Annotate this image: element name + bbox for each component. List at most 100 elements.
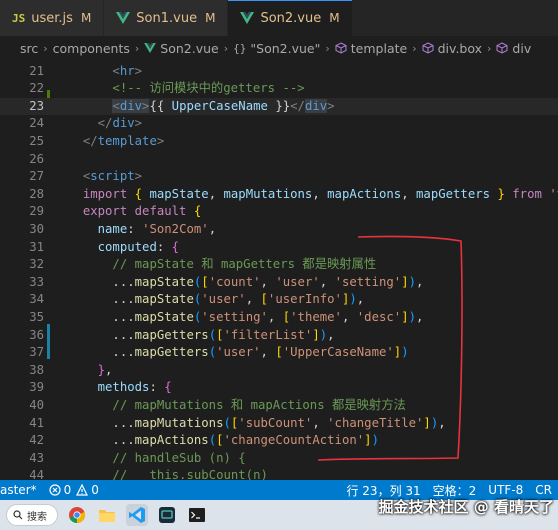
error-count: 0	[63, 483, 72, 497]
line-number: 35	[29, 309, 44, 324]
code-line[interactable]: 29 export default {	[0, 203, 558, 221]
line-number: 21	[29, 63, 44, 78]
code-line[interactable]: 33 ...mapState(['count', 'user', 'settin…	[0, 274, 558, 292]
code-line[interactable]: 37 ...mapGetters('user', ['UpperCaseName…	[0, 344, 558, 362]
chevron-right-icon: ›	[325, 41, 330, 55]
chevron-right-icon: ›	[43, 41, 48, 55]
code-line[interactable]: 40 // mapMutations 和 mapActions 都是映射方法	[0, 397, 558, 415]
code-text: <script>	[82, 169, 143, 184]
element-cube-icon	[335, 42, 347, 54]
code-text: name: 'Son2Com',	[97, 221, 217, 236]
tab-son2-vue[interactable]: Son2.vue M	[228, 0, 353, 36]
code-editor[interactable]: 21 <hr> 22 <!-- 访问模块中的getters --> 23 <div>…	[0, 60, 558, 480]
breadcrumb-item-src[interactable]: src	[20, 41, 38, 56]
line-number: 25	[29, 133, 44, 148]
code-line[interactable]: 30 name: 'Son2Com',	[0, 221, 558, 239]
code-line[interactable]: 22 <!-- 访问模块中的getters -->	[0, 80, 558, 98]
line-number: 39	[29, 380, 44, 395]
code-line[interactable]: 44 // this.subCount(n)	[0, 467, 558, 480]
breadcrumb-item-components[interactable]: components	[53, 41, 130, 56]
tab-user-js[interactable]: JS user.js M	[0, 0, 105, 36]
breadcrumb-item-template[interactable]: template	[351, 41, 407, 56]
line-number: 32	[29, 257, 44, 272]
modified-indicator: M	[80, 11, 92, 25]
encoding[interactable]: UTF-8	[482, 483, 529, 497]
line-number: 33	[29, 274, 44, 289]
line-number: 41	[29, 415, 44, 430]
taskbar-chrome[interactable]	[66, 504, 88, 526]
line-number: 30	[29, 221, 44, 236]
code-text: ...mapGetters(['filterList']),	[68, 327, 335, 342]
code-text: // handleSub (n) {	[112, 450, 246, 465]
chevron-right-icon: ›	[487, 41, 492, 55]
code-line[interactable]: 32 // mapState 和 mapGetters 都是映射属性	[0, 256, 558, 274]
chevron-right-icon: ›	[412, 41, 417, 55]
terminal-icon	[189, 508, 205, 522]
search-label: 搜索	[27, 511, 47, 523]
code-line[interactable]: 27 <script>	[0, 168, 558, 186]
code-text: export default {	[82, 204, 202, 219]
vue-file-icon	[144, 43, 157, 53]
line-number: 44	[29, 468, 44, 480]
code-text: <div>{{ UpperCaseName }}</div>	[112, 98, 335, 113]
line-number: 38	[29, 362, 44, 377]
code-line[interactable]: 42 ...mapActions(['changeCountAction'])	[0, 432, 558, 450]
taskbar-app[interactable]	[156, 504, 178, 526]
code-line[interactable]: 25 </template>	[0, 133, 558, 151]
code-line[interactable]: 34 ...mapState('user', ['userInfo']),	[0, 291, 558, 309]
code-text: ...mapGetters('user', ['UpperCaseName'])	[68, 345, 409, 360]
code-line[interactable]: 43 // handleSub (n) {	[0, 450, 558, 468]
taskbar-file-explorer[interactable]	[96, 504, 118, 526]
end-of-line[interactable]: CR	[529, 483, 558, 497]
search-icon	[13, 510, 23, 520]
code-line[interactable]: 21 <hr>	[0, 63, 558, 81]
line-number: 27	[29, 169, 44, 184]
code-line[interactable]: 38 },	[0, 362, 558, 380]
breadcrumb-item-div-box[interactable]: div.box	[438, 41, 482, 56]
watermark: 掘金技术社区 @ 看晴天了	[378, 498, 554, 516]
taskbar-vscode[interactable]	[126, 504, 148, 526]
tab-label: user.js	[31, 10, 73, 26]
chrome-icon	[69, 507, 86, 524]
tab-label: Son2.vue	[260, 10, 322, 26]
line-number: 29	[29, 204, 44, 219]
tab-son1-vue[interactable]: Son1.vue M	[104, 0, 229, 36]
app-icon	[159, 507, 175, 523]
code-line[interactable]: 26	[0, 151, 558, 169]
warning-icon	[76, 484, 89, 496]
code-text: // mapState 和 mapGetters 都是映射属性	[112, 257, 377, 272]
line-number: 31	[29, 239, 44, 254]
code-text: ...mapActions(['changeCountAction'])	[68, 433, 379, 448]
code-text: computed: {	[97, 239, 180, 254]
code-line[interactable]: 23 <div>{{ UpperCaseName }}</div>	[0, 97, 558, 116]
code-text: },	[97, 362, 113, 377]
breadcrumb-item-div[interactable]: div	[512, 41, 531, 56]
code-line[interactable]: 39 methods: {	[0, 379, 558, 397]
code-line[interactable]: 36 ...mapGetters(['filterList']),	[0, 327, 558, 345]
breadcrumb-item-module[interactable]: "Son2.vue"	[250, 41, 320, 56]
code-line[interactable]: 41 ...mapMutations(['subCount', 'changeT…	[0, 415, 558, 433]
folder-icon	[99, 510, 115, 522]
code-text: </template>	[82, 133, 165, 148]
code-text: // mapMutations 和 mapActions 都是映射方法	[112, 397, 406, 412]
line-number: 24	[29, 116, 44, 131]
code-line[interactable]: 31 computed: {	[0, 239, 558, 257]
code-text: ...mapState('setting', ['theme', 'desc']…	[68, 309, 424, 324]
modified-indicator: M	[329, 11, 340, 25]
vue-file-icon	[116, 12, 131, 24]
problems-indicator[interactable]: 0 0	[43, 483, 105, 497]
code-line[interactable]: 24 </div>	[0, 115, 558, 133]
element-cube-icon	[496, 42, 508, 54]
taskbar-terminal[interactable]	[186, 504, 208, 526]
taskbar-search[interactable]: 搜索	[6, 504, 58, 526]
line-number: 28	[29, 186, 44, 201]
code-line[interactable]: 35 ...mapState('setting', ['theme', 'des…	[0, 309, 558, 327]
code-text: import { mapState, mapMutations, mapActi…	[82, 186, 558, 201]
element-cube-icon	[422, 42, 434, 54]
git-branch[interactable]: aster*	[0, 483, 43, 497]
code-line[interactable]: 28 import { mapState, mapMutations, mapA…	[0, 186, 558, 204]
chevron-right-icon: ›	[223, 41, 229, 55]
line-number: 37	[29, 345, 44, 360]
breadcrumb-item-file[interactable]: Son2.vue	[160, 41, 218, 56]
warning-count: 0	[91, 483, 99, 497]
